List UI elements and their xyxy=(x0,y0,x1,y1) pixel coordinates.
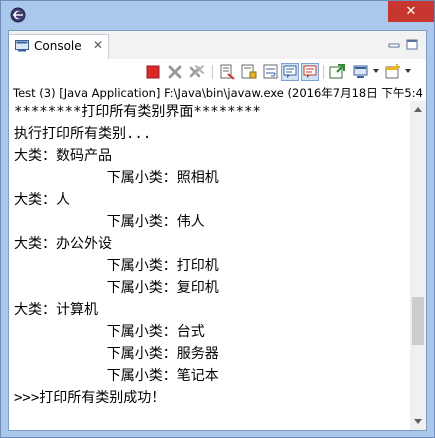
console-line: ********打印所有类别界面******** xyxy=(14,104,261,120)
console-toolbar xyxy=(9,59,426,85)
display-selected-console-icon[interactable] xyxy=(352,63,370,81)
toolbar-separator xyxy=(212,65,213,79)
console-line: 大类：人 xyxy=(14,192,70,208)
clear-console-icon[interactable] xyxy=(218,63,236,81)
console-window: ✕ Console ✕ Test (3) [Java Application] … xyxy=(0,0,435,438)
console-line: 下属小类：台式 xyxy=(14,324,205,340)
console-line: 大类：计算机 xyxy=(14,302,98,318)
console-icon xyxy=(15,40,29,52)
console-line: 大类：办公外设 xyxy=(14,236,112,252)
eclipse-icon xyxy=(10,7,26,23)
view-tab-bar: Console ✕ xyxy=(9,31,426,59)
console-output[interactable]: ********打印所有类别界面******** 执行打印所有类别... 大类：… xyxy=(9,101,410,430)
show-stderr-icon xyxy=(303,65,317,78)
show-stdout-icon xyxy=(283,65,297,78)
console-line: 下属小类：打印机 xyxy=(14,258,219,274)
close-icon: ✕ xyxy=(405,4,417,19)
window-close-button[interactable]: ✕ xyxy=(388,1,434,22)
word-wrap-icon[interactable] xyxy=(262,63,280,81)
process-description: Test (3) [Java Application] F:\Java\bin\… xyxy=(9,85,426,101)
scrollbar-thumb[interactable] xyxy=(412,297,424,345)
console-line: 下属小类：笔记本 xyxy=(14,368,219,384)
remove-all-launches-icon[interactable] xyxy=(188,63,206,81)
console-line: 下属小类：服务器 xyxy=(14,346,219,362)
console-line: 执行打印所有类别... xyxy=(14,126,152,142)
open-console-dropdown-arrow[interactable] xyxy=(405,69,411,73)
open-console-icon[interactable] xyxy=(384,63,402,81)
tab-console-label: Console xyxy=(34,39,82,53)
tab-close-icon[interactable]: ✕ xyxy=(93,38,103,52)
show-stdout-button[interactable] xyxy=(281,63,299,81)
display-selected-dropdown-arrow[interactable] xyxy=(373,69,379,73)
title-bar[interactable]: ✕ xyxy=(1,1,434,30)
scroll-down-icon[interactable] xyxy=(414,419,422,424)
console-line: 下属小类：伟人 xyxy=(14,214,205,230)
terminate-icon[interactable] xyxy=(144,63,162,81)
pin-console-icon[interactable] xyxy=(328,63,346,81)
console-view: Console ✕ Test (3) [Java Application] F:… xyxy=(8,30,427,431)
console-line: 下属小类：复印机 xyxy=(14,280,219,296)
scroll-lock-icon[interactable] xyxy=(240,63,258,81)
scroll-up-icon[interactable] xyxy=(414,107,422,112)
minimize-icon[interactable] xyxy=(387,39,401,51)
maximize-icon[interactable] xyxy=(405,39,419,51)
show-stderr-button[interactable] xyxy=(301,63,319,81)
console-line: >>>打印所有类别成功！ xyxy=(14,390,166,406)
toolbar-separator xyxy=(323,65,324,79)
remove-launch-icon[interactable] xyxy=(166,63,184,81)
console-line: 下属小类：照相机 xyxy=(14,170,219,186)
vertical-scrollbar[interactable] xyxy=(410,101,426,430)
tab-console[interactable]: Console ✕ xyxy=(9,34,109,59)
console-line: 大类：数码产品 xyxy=(14,148,112,164)
